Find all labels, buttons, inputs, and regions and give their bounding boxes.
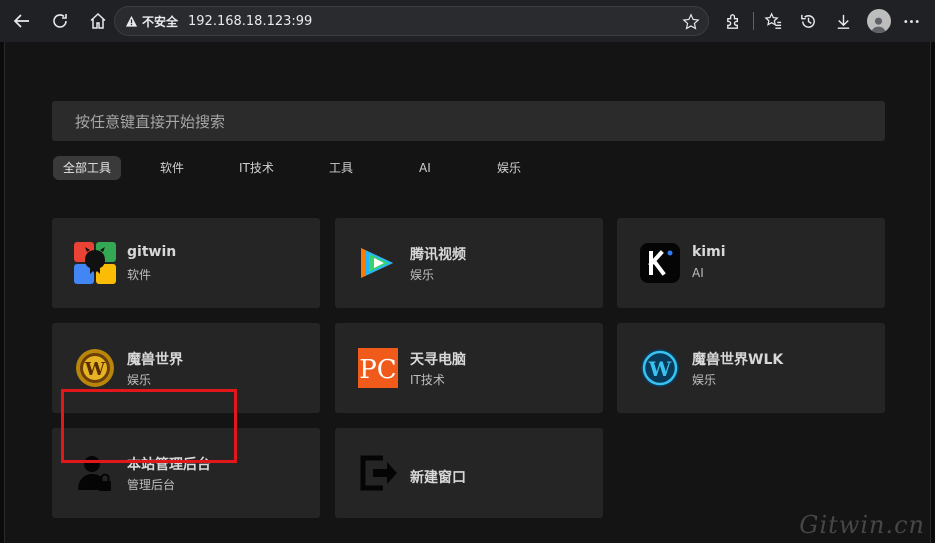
extensions-button[interactable] <box>716 3 751 39</box>
security-warning[interactable]: 不安全 <box>125 13 178 30</box>
card-title: kimi <box>692 244 726 260</box>
favorite-star-icon[interactable] <box>682 13 700 31</box>
favorites-button[interactable] <box>756 3 791 39</box>
reload-button[interactable] <box>42 3 78 39</box>
card-title: 新建窗口 <box>410 470 466 486</box>
kimi-icon <box>640 243 680 283</box>
card-title: gitwin <box>127 244 177 260</box>
history-button[interactable] <box>791 3 826 39</box>
tab-all-tools[interactable]: 全部工具 <box>53 156 122 180</box>
download-icon <box>837 14 850 29</box>
card-title: 魔兽世界 <box>127 352 183 368</box>
card-subtitle: 管理后台 <box>127 478 176 492</box>
card-title: 本站管理后台 <box>127 457 211 473</box>
card-title: 腾讯视频 <box>410 247 466 263</box>
reload-icon <box>53 14 67 28</box>
wlk-icon: W <box>641 349 679 387</box>
pc-icon: PC <box>358 348 398 388</box>
card-subtitle: AI <box>692 266 704 280</box>
tool-card-wow[interactable]: W 魔兽世界 娱乐 <box>52 323 320 413</box>
history-icon <box>801 14 815 28</box>
card-subtitle: 娱乐 <box>410 268 435 282</box>
watermark: Gitwin.cn <box>799 511 925 539</box>
downloads-button[interactable] <box>826 3 861 39</box>
warning-triangle-icon <box>125 15 138 27</box>
svg-text:W: W <box>648 357 672 381</box>
svg-text:W: W <box>84 359 106 380</box>
security-label: 不安全 <box>142 14 179 29</box>
url-text: 192.168.18.123:99 <box>188 13 313 29</box>
more-dots-icon <box>903 19 919 23</box>
card-title: 天寻电脑 <box>410 352 466 368</box>
wow-icon: W <box>76 349 114 387</box>
tencent-video-icon <box>361 248 393 278</box>
avatar <box>866 9 891 33</box>
gitwin-logo-icon <box>74 242 116 284</box>
tool-card-kimi[interactable]: kimi AI <box>617 218 885 308</box>
tab-entertainment[interactable]: 娱乐 <box>487 156 531 180</box>
tab-tools[interactable]: 工具 <box>319 156 363 180</box>
tab-software[interactable]: 软件 <box>150 156 194 180</box>
tab-it-tech[interactable]: IT技术 <box>229 156 284 180</box>
card-subtitle: 娱乐 <box>692 373 717 387</box>
card-subtitle: 娱乐 <box>127 373 152 387</box>
address-bar[interactable]: 不安全 192.168.18.123:99 <box>114 6 709 36</box>
search-placeholder: 按任意键直接开始搜索 <box>75 112 226 131</box>
tool-card-tianxun-pc[interactable]: PC 天寻电脑 IT技术 <box>335 323 603 413</box>
home-icon <box>90 12 106 29</box>
toolbar-separator <box>753 12 754 30</box>
tool-card-new-window[interactable]: 新建窗口 <box>335 428 603 518</box>
more-menu-button[interactable] <box>896 3 926 39</box>
tool-card-admin[interactable]: 本站管理后台 管理后台 <box>52 428 320 518</box>
puzzle-icon <box>727 13 738 29</box>
search-input[interactable]: 按任意键直接开始搜索 <box>52 101 885 141</box>
favorites-list-icon <box>764 11 782 29</box>
back-button[interactable] <box>4 3 40 39</box>
user-silhouette-icon <box>871 17 886 33</box>
tool-card-wow-wlk[interactable]: W 魔兽世界WLK 娱乐 <box>617 323 885 413</box>
page-content: 按任意键直接开始搜索 全部工具 软件 IT技术 工具 AI 娱乐 gitwin … <box>4 42 931 543</box>
card-subtitle: 软件 <box>127 268 152 282</box>
card-title: 魔兽世界WLK <box>692 352 784 368</box>
svg-text:PC: PC <box>359 355 396 385</box>
tool-card-tencent-video[interactable]: 腾讯视频 娱乐 <box>335 218 603 308</box>
home-button[interactable] <box>80 3 116 39</box>
browser-toolbar: 不安全 192.168.18.123:99 <box>0 0 935 42</box>
profile-button[interactable] <box>861 3 896 39</box>
back-arrow-icon <box>13 14 29 28</box>
tool-card-gitwin[interactable]: gitwin 软件 <box>52 218 320 308</box>
tab-ai[interactable]: AI <box>409 156 441 180</box>
exit-window-icon <box>360 455 397 491</box>
admin-user-icon <box>78 456 111 491</box>
card-subtitle: IT技术 <box>410 373 445 387</box>
